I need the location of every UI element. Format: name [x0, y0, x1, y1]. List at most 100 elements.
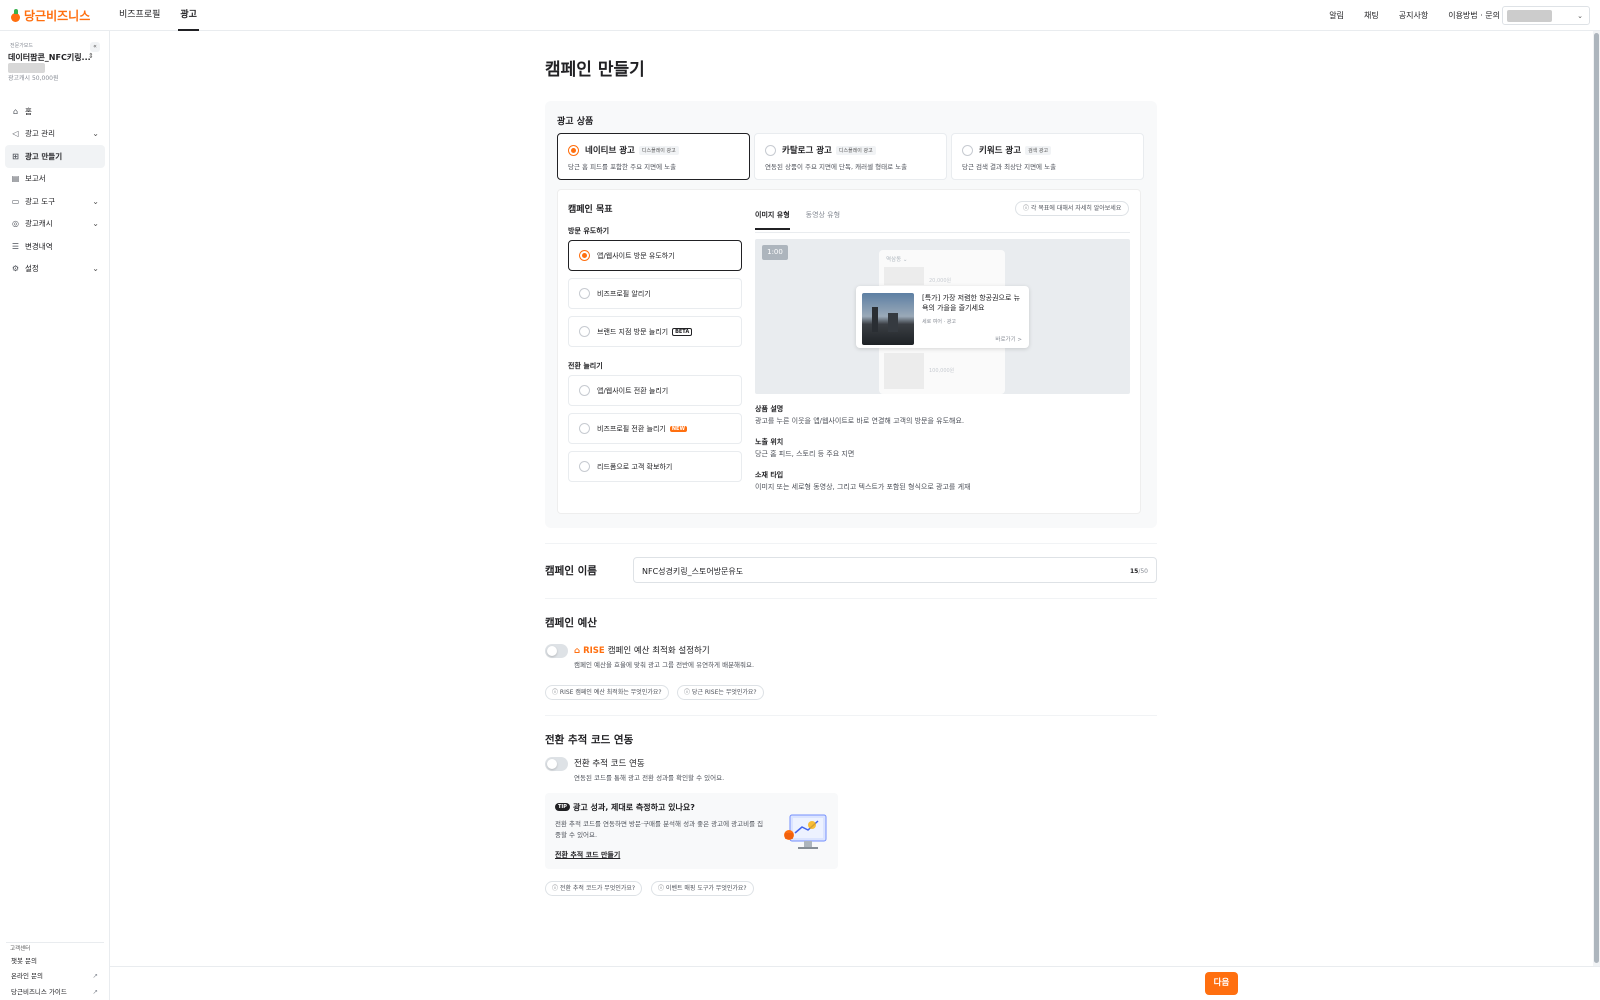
sidebar-menu: ⌂ 홈 ◁ 광고 관리 ⌄ ⊞ 광고 만들기 ▤ 보고서 ▭ 광고 도구 ⌄ ◎ 광고캐시 ⌄ ☰… — [5, 100, 105, 280]
sidebar-item-create-ad[interactable]: ⊞ 광고 만들기 — [5, 145, 105, 168]
product-desc: 당근 홈 피드를 포함한 주요 지면에 노출 — [568, 163, 677, 171]
collapse-sidebar-icon[interactable]: « — [90, 42, 100, 52]
create-tracking-code-link[interactable]: 전환 추적 코드 만들기 — [555, 850, 620, 860]
tracking-code-toggle[interactable] — [545, 757, 568, 771]
product-name: 키워드 광고 검색 광고 — [979, 144, 1052, 156]
product-keyword-ad[interactable]: 키워드 광고 검색 광고 당근 검색 결과 최상단 지면에 노출 — [951, 133, 1144, 180]
goal-option-bizprofile[interactable]: 비즈프로필 알리기 — [568, 278, 742, 309]
top-bar: 당근비즈니스 비즈프로필 광고 알림 채팅 공지사항 이용방법 · 문의 ⌄ — [0, 0, 1600, 31]
home-icon: ⌂ — [12, 106, 19, 116]
product-tag: 디스플레이 광고 — [638, 146, 679, 155]
sidebar-item-ad-management[interactable]: ◁ 광고 관리 ⌄ — [5, 123, 105, 146]
notifications-link[interactable]: 알림 — [1329, 0, 1344, 31]
campaign-name-value: NFC성경키링_스토어방문유도 — [642, 567, 744, 576]
chat-link[interactable]: 채팅 — [1364, 0, 1379, 31]
chevron-down-icon: ⌄ — [92, 264, 99, 274]
learn-more-label: 각 목표에 대해서 자세히 알아보세요 — [1030, 205, 1122, 212]
sidebar-item-label: 홈 — [25, 106, 32, 116]
sidebar-item-home[interactable]: ⌂ 홈 — [5, 100, 105, 123]
business-guide-link[interactable]: 당근비즈니스 가이드 ↗ — [0, 985, 110, 1000]
ad-meta: 세로 여어 · 광고 — [922, 319, 956, 325]
campaign-goal-card: 캠페인 목표 ⓘ 각 목표에 대해서 자세히 알아보세요 방문 유도하기 앱/웹… — [557, 189, 1141, 514]
product-catalog-ad[interactable]: 카탈로그 광고 디스플레이 광고 연동된 상품이 주요 지면에 단독, 캐러셀 형… — [754, 133, 947, 180]
goal-option-web-conversion[interactable]: 앱/웹사이트 전환 늘리기 — [568, 375, 742, 406]
tip-badge: TIP — [555, 803, 570, 811]
plus-square-icon: ⊞ — [12, 151, 19, 161]
info-text: 광고를 누른 이웃을 앱/웹사이트로 바로 연결해 고객의 방문을 유도해요. — [755, 417, 965, 425]
chevron-down-icon: ⌄ — [92, 129, 99, 139]
sidebar-item-label: 광고 만들기 — [25, 151, 63, 161]
scrollbar-thumb[interactable] — [1594, 33, 1599, 963]
learn-more-goals-button[interactable]: ⓘ 각 목표에 대해서 자세히 알아보세요 — [1015, 201, 1130, 216]
main-content: 캠페인 만들기 광고 상품 네이티브 광고 디스플레이 광고 당근 홈 피드를 포… — [110, 31, 1593, 966]
divider — [545, 715, 1157, 716]
sidebar-item-label: 광고 관리 — [25, 129, 55, 139]
product-name: 카탈로그 광고 디스플레이 광고 — [782, 144, 876, 156]
gear-icon: ⚙ — [11, 264, 20, 274]
sidebar-item-ad-cash[interactable]: ◎ 광고캐시 ⌄ — [5, 213, 105, 236]
account-name[interactable]: 데이터팜콘_NFC키링... — [8, 52, 91, 63]
product-tag: 검색 광고 — [1025, 146, 1052, 155]
online-inquiry-link[interactable]: 온라인 문의 ↗ — [0, 969, 110, 985]
rise-faq-button[interactable]: ⓘ 당근 RISE는 무엇인가요? — [677, 685, 764, 700]
tip-body: 전환 추적 코드를 연동하면 방문·구매를 분석해 성과 좋은 광고에 광고비를… — [555, 820, 764, 839]
next-button[interactable]: 다음 — [1205, 972, 1238, 995]
sidebar-item-report[interactable]: ▤ 보고서 — [5, 168, 105, 191]
rise-budget-faq-button[interactable]: ⓘ RISE 캠페인 예산 최적화는 무엇인가요? — [545, 685, 669, 700]
info-icon: ⓘ — [552, 885, 560, 892]
pill-label: RISE 캠페인 예산 최적화는 무엇인가요? — [559, 689, 662, 696]
sidebar-item-ad-tools[interactable]: ▭ 광고 도구 ⌄ — [5, 190, 105, 213]
megaphone-icon: ◁ — [12, 129, 19, 139]
notices-link[interactable]: 공지사항 — [1399, 0, 1428, 31]
nav-bizprofile[interactable]: 비즈프로필 — [117, 0, 162, 31]
budget-optimization-toggle[interactable] — [545, 644, 568, 658]
brand-logo[interactable]: 당근비즈니스 — [10, 7, 90, 24]
account-avatar-blurred — [1507, 10, 1552, 22]
tracking-toggle-label: 전환 추적 코드 연동 — [574, 759, 645, 769]
sidebar-item-label: 광고캐시 — [25, 219, 53, 229]
goal-option-bizprofile-conversion[interactable]: 비즈프로필 전환 늘리기 NEW — [568, 413, 742, 444]
sidebar-item-history[interactable]: ☰ 변경내역 — [5, 235, 105, 258]
product-name: 네이티브 광고 디스플레이 광고 — [585, 144, 679, 156]
product-native-ad[interactable]: 네이티브 광고 디스플레이 광고 당근 홈 피드를 포함한 주요 지면에 노출 — [557, 133, 750, 180]
goal-option-label: 브랜드 지점 방문 늘리기 BETA — [597, 327, 693, 337]
nav-ads[interactable]: 광고 — [178, 0, 199, 31]
divider — [545, 543, 1157, 544]
swap-account-icon[interactable]: ⇕ — [88, 52, 94, 60]
analytics-monitor-icon — [784, 814, 827, 849]
rise-icon: ⌂ — [574, 646, 581, 656]
goal-option-label: 앱/웹사이트 전환 늘리기 — [597, 387, 669, 395]
campaign-name-input[interactable]: NFC성경키링_스토어방문유도 15/50 — [633, 557, 1157, 583]
vertical-scrollbar[interactable] — [1593, 31, 1600, 966]
radio-selected — [568, 145, 579, 156]
goal-option-store-visit[interactable]: 브랜드 지점 방문 늘리기 BETA — [568, 316, 742, 347]
help-link[interactable]: 이용방법 · 문의 — [1448, 0, 1500, 31]
chatbot-inquiry-link[interactable]: 챗봇 문의 — [0, 954, 110, 970]
radio-unselected — [579, 423, 590, 434]
tab-image-type[interactable]: 이미지 유형 — [755, 210, 790, 230]
tab-video-type[interactable]: 동영상 유형 — [806, 210, 840, 230]
preview-timer: 1:00 — [762, 245, 788, 260]
sidebar-item-settings[interactable]: ⚙ 설정 ⌄ — [5, 258, 105, 281]
account-selector[interactable]: ⌄ — [1502, 6, 1590, 25]
native-ad-card: [특가] 가장 저렴한 항공권으로 뉴욕의 가을을 즐기세요 세로 여어 · 광… — [856, 286, 1029, 348]
radio-unselected — [579, 288, 590, 299]
product-desc: 당근 검색 결과 최상단 지면에 노출 — [962, 163, 1057, 171]
radio-unselected — [579, 326, 590, 337]
tracking-heading: 전환 추적 코드 연동 — [545, 734, 634, 746]
carrot-logo-icon — [10, 9, 21, 22]
coin-icon: ◎ — [12, 219, 19, 229]
goal-option-web-visit[interactable]: 앱/웹사이트 방문 유도하기 — [568, 240, 742, 271]
link-label: 챗봇 문의 — [11, 956, 37, 965]
sidebar: 전문가모드 « 데이터팜콘_NFC키링... ⇕ 광고캐시 50,000원 ⌂ 홈… — [0, 31, 110, 1000]
ad-preview: 1:00 역삼동 ⌄ 20,000원 100,000원 [특가] 가장 저렴한 … — [755, 239, 1130, 394]
tracking-code-faq-button[interactable]: ⓘ 전환 추적 코드가 무엇인가요? — [545, 881, 643, 896]
goal-option-leadform[interactable]: 리드폼으로 고객 확보하기 — [568, 451, 742, 482]
event-mapping-faq-button[interactable]: ⓘ 이벤트 매핑 도구가 무엇인가요? — [651, 881, 754, 896]
account-mode-label: 전문가모드 — [10, 43, 34, 49]
feed-item-price: 100,000원 — [929, 368, 955, 374]
feed-item-price: 20,000원 — [929, 278, 952, 284]
ad-product-heading: 광고 상품 — [557, 117, 594, 127]
tracking-desc: 연동된 코드를 통해 광고 전환 성과를 확인할 수 있어요. — [574, 774, 725, 782]
sidebar-footer: 고객센터 챗봇 문의 온라인 문의 ↗ 당근비즈니스 가이드 ↗ — [0, 941, 110, 1000]
